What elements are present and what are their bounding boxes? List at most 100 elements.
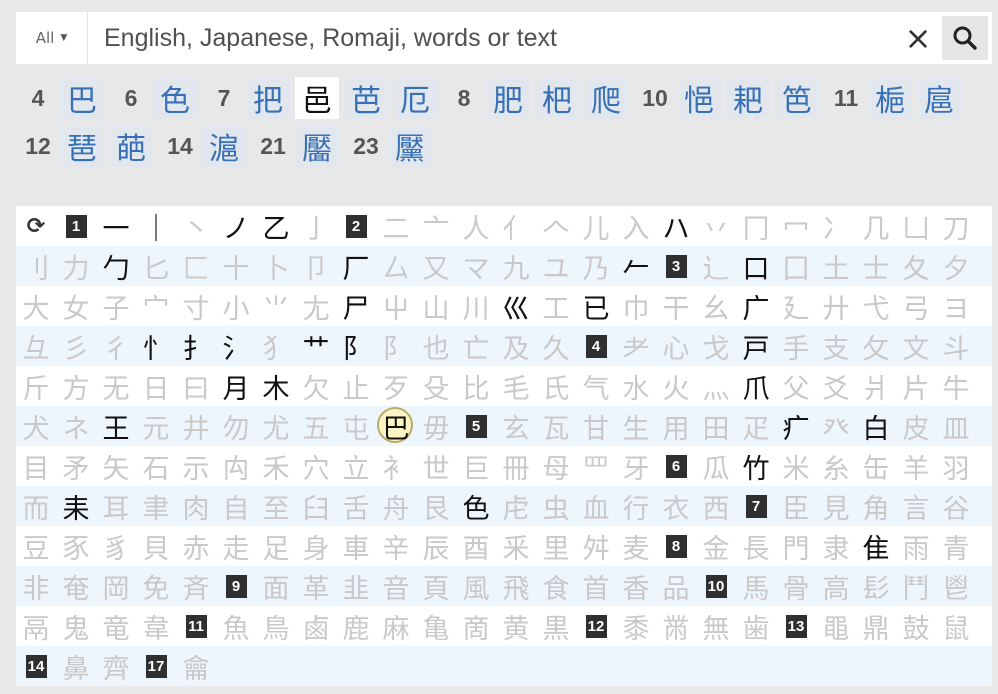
kanji-result[interactable]: 笆 (775, 77, 819, 119)
radical-glyph: 山 (422, 293, 450, 325)
radical[interactable]: 已 (576, 286, 616, 326)
kanji-result[interactable]: 扈 (917, 77, 961, 119)
kanji-result[interactable]: 芭 (344, 77, 388, 119)
kanji-result[interactable]: 梔 (868, 77, 912, 119)
radical: 釆 (496, 526, 536, 566)
radical-glyph: 乙 (262, 213, 290, 245)
search-input[interactable] (88, 11, 894, 65)
radical[interactable]: 尸 (336, 286, 376, 326)
refresh-icon[interactable]: ⟳ (16, 206, 56, 246)
radical: ユ (536, 246, 576, 286)
radical: 矢 (96, 446, 136, 486)
radical: 卜 (256, 246, 296, 286)
radical-glyph: 氵 (222, 333, 250, 365)
radical[interactable]: 厂 (336, 246, 376, 286)
radical[interactable]: 𠂉 (616, 246, 656, 286)
kanji-result[interactable]: 滬 (202, 125, 246, 167)
stroke-count-badge: 9 (216, 566, 256, 606)
radical[interactable]: 忄 (136, 326, 176, 366)
radical-glyph: 岡 (102, 573, 130, 605)
radical-glyph: 衣 (662, 493, 690, 525)
radical[interactable]: 巛 (496, 286, 536, 326)
radical[interactable]: 乙 (256, 206, 296, 246)
kanji-result[interactable]: 琶 (60, 125, 104, 167)
radical: 心 (656, 326, 696, 366)
radical[interactable]: ノ (216, 206, 256, 246)
radical[interactable]: 勹 (96, 246, 136, 286)
kanji-result[interactable]: 靨 (295, 125, 339, 167)
kanji-result[interactable]: 悒 (677, 77, 721, 119)
radical: 斗 (936, 326, 976, 366)
kanji-result[interactable]: 巴 (60, 77, 104, 119)
radical: 麻 (376, 606, 416, 646)
kanji-result[interactable]: 邑 (295, 77, 339, 119)
radical-glyph: 人 (462, 213, 490, 245)
radical-glyph: 隶 (822, 533, 850, 565)
radical-glyph: 鼎 (862, 613, 890, 645)
kanji-result[interactable]: 耙 (726, 77, 770, 119)
radical[interactable]: 白 (856, 406, 896, 446)
radical[interactable]: 色 (456, 486, 496, 526)
radical-glyph: 手 (782, 333, 810, 365)
radical[interactable]: 戸 (736, 326, 776, 366)
stroke-count-label: 23 (353, 132, 379, 159)
radical: 牙 (616, 446, 656, 486)
kanji-result[interactable]: 厄 (393, 77, 437, 119)
radical-row: 刂力勹匕匚十卜卩厂厶又マ九ユ乃 𠂉 3 ⻌口囗土士夂夕 (16, 246, 992, 286)
radical-glyph: 干 (662, 293, 690, 325)
radical: 彑 (16, 326, 56, 366)
radical: 黒 (536, 606, 576, 646)
radical-glyph: 巾 (622, 293, 650, 325)
radical[interactable]: 竹 (736, 446, 776, 486)
radical[interactable]: 月 (216, 366, 256, 406)
radical[interactable]: 口 (736, 246, 776, 286)
radical[interactable]: 艹 (296, 326, 336, 366)
radical[interactable]: 阝 (336, 326, 376, 366)
radical-glyph: 牙 (622, 453, 650, 485)
radical-selected[interactable]: 巴 (376, 406, 416, 446)
search-button[interactable] (942, 16, 988, 60)
stroke-count-badge: 4 (576, 326, 616, 366)
kanji-result[interactable]: 色 (153, 77, 197, 119)
radical: 首 (576, 566, 616, 606)
radical-glyph: 鼠 (942, 613, 970, 645)
kanji-result[interactable]: 葩 (109, 125, 153, 167)
kanji-result[interactable]: 把 (246, 77, 290, 119)
radical[interactable]: 王 (96, 406, 136, 446)
radical-glyph: 首 (582, 573, 610, 605)
radical-glyph: 鬼 (62, 613, 90, 645)
radical[interactable]: ｜ (136, 206, 176, 246)
radical[interactable]: 氵 (216, 326, 256, 366)
radical[interactable]: 疒 (776, 406, 816, 446)
clear-button[interactable]: × (894, 12, 942, 64)
radical[interactable]: 一 (96, 206, 136, 246)
radical[interactable]: 木 (256, 366, 296, 406)
radical: 五 (296, 406, 336, 446)
search-filter-dropdown[interactable]: All ▼ (16, 12, 88, 64)
stroke-count-label: 6 (124, 84, 138, 111)
radical[interactable]: 扌 (176, 326, 216, 366)
radical-glyph: 免 (142, 573, 170, 605)
radical[interactable]: 广 (736, 286, 776, 326)
radical[interactable]: ハ (656, 206, 696, 246)
radical-glyph: 大 (22, 293, 50, 325)
stroke-count-badge: 17 (136, 646, 176, 686)
search-bar: All ▼ × (16, 11, 992, 65)
radical[interactable]: 隹 (856, 526, 896, 566)
kanji-result[interactable]: 黶 (388, 125, 432, 167)
radical-glyph: 魚 (222, 613, 250, 645)
radical-glyph: 石 (142, 453, 170, 485)
radical-glyph: 匕 (142, 253, 170, 285)
radical[interactable]: 爪 (736, 366, 776, 406)
radical: 厶 (376, 246, 416, 286)
kanji-result[interactable]: 肥 (486, 77, 530, 119)
kanji-result[interactable]: 杷 (535, 77, 579, 119)
stroke-count-label: 12 (25, 132, 51, 159)
radical: 也 (416, 326, 456, 366)
radical: 鹿 (336, 606, 376, 646)
radical: 斤 (16, 366, 56, 406)
radical[interactable]: 耒 (56, 486, 96, 526)
radical: ネ (56, 406, 96, 446)
radical-glyph: 羽 (942, 453, 970, 485)
kanji-result[interactable]: 爬 (584, 77, 628, 119)
